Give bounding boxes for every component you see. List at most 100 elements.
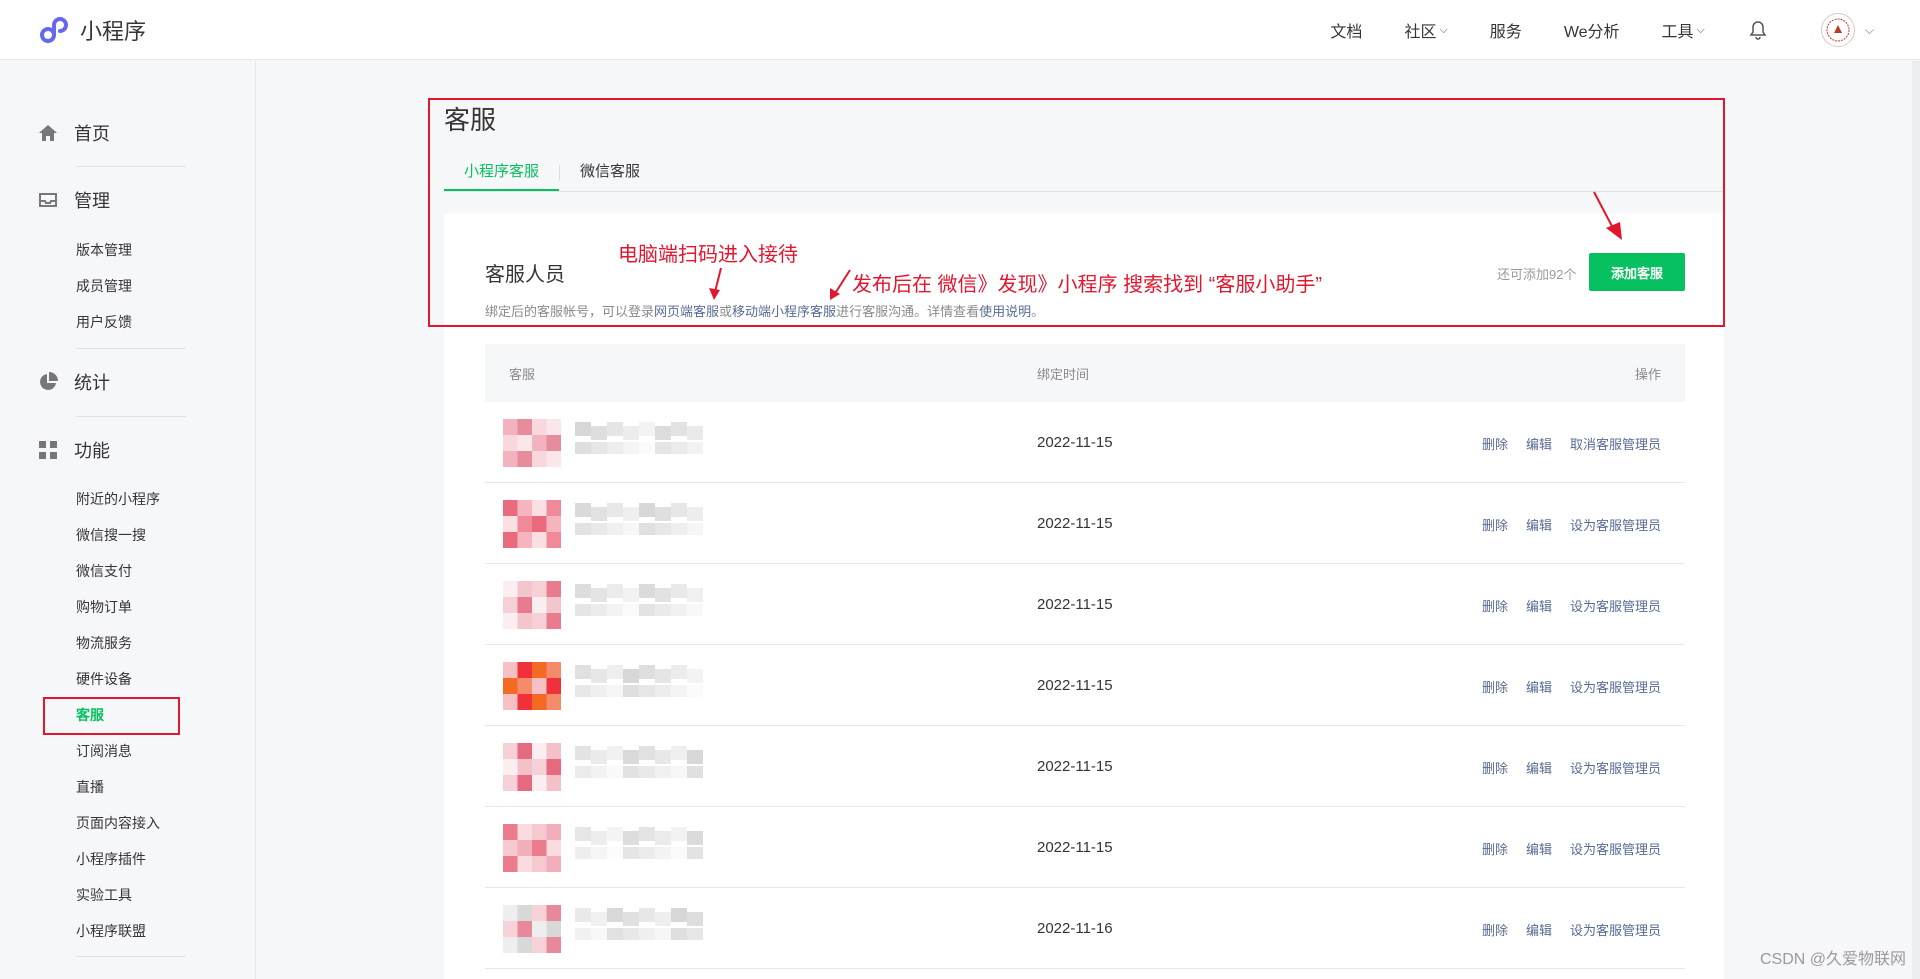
top-nav: 文档 社区 ⌵ 服务 We分析 工具 ⌵ ⌵ <box>1330 0 1920 60</box>
tab-mini-program-service[interactable]: 小程序客服 <box>444 157 560 191</box>
sidebar: 首页 管理 版本管理 成员管理 用户反馈 统计 功能 附近的小程序 微信搜一搜 … <box>0 61 256 979</box>
nav-service-label: 服务 <box>1489 24 1522 41</box>
admin-toggle-button[interactable]: 设为客服管理员 <box>1570 596 1661 615</box>
home-icon <box>39 125 57 141</box>
sidebar-item-orders[interactable]: 购物订单 <box>76 597 132 617</box>
sidebar-item-members[interactable]: 成员管理 <box>76 276 132 296</box>
arrow-icon <box>1593 191 1622 240</box>
scrollbar[interactable] <box>1912 61 1920 979</box>
brand[interactable]: 小程序 <box>38 14 146 46</box>
chevron-down-icon[interactable]: ⌵ <box>1865 23 1874 38</box>
sidebar-stats-label: 统计 <box>74 373 110 393</box>
usage-guide-link[interactable]: 使用说明 <box>979 304 1031 319</box>
table-row: 2022-11-15 删除 编辑 设为客服管理员 <box>485 807 1685 888</box>
edit-button[interactable]: 编辑 <box>1526 515 1552 534</box>
nav-community[interactable]: 社区 ⌵ <box>1404 18 1447 42</box>
nav-tools[interactable]: 工具 ⌵ <box>1662 18 1705 42</box>
admin-toggle-button[interactable]: 设为客服管理员 <box>1570 758 1661 777</box>
edit-button[interactable]: 编辑 <box>1526 596 1552 615</box>
avatar <box>503 500 561 548</box>
brand-name: 小程序 <box>80 19 147 44</box>
sidebar-item-union[interactable]: 小程序联盟 <box>76 921 146 941</box>
bind-date: 2022-11-16 <box>1037 920 1113 937</box>
bind-date: 2022-11-15 <box>1037 839 1113 856</box>
nav-docs-label: 文档 <box>1330 24 1363 41</box>
edit-button[interactable]: 编辑 <box>1526 434 1552 453</box>
nav-service[interactable]: 服务 <box>1490 18 1522 42</box>
sidebar-manage[interactable]: 管理 <box>38 180 186 220</box>
service-name <box>575 503 703 535</box>
sidebar-item-lab[interactable]: 实验工具 <box>76 885 132 905</box>
sidebar-item-hardware[interactable]: 硬件设备 <box>76 669 132 689</box>
divider <box>76 348 186 349</box>
service-name <box>575 908 703 940</box>
divider <box>76 166 186 167</box>
delete-button[interactable]: 删除 <box>1482 758 1508 777</box>
bell-icon[interactable] <box>1747 19 1769 41</box>
nav-analysis[interactable]: We分析 <box>1564 18 1620 42</box>
column-bind-time: 绑定时间 <box>1037 367 1090 382</box>
sidebar-item-page-content[interactable]: 页面内容接入 <box>76 813 160 833</box>
bind-date: 2022-11-15 <box>1037 677 1113 694</box>
nav-tools-label: 工具 <box>1661 24 1694 41</box>
desc-text: 进行客服沟通。详情查看 <box>836 304 980 319</box>
divider <box>76 416 186 417</box>
mini-program-logo-icon <box>40 17 68 43</box>
row-operations: 删除 编辑 设为客服管理员 <box>1464 839 1661 858</box>
inbox-icon <box>39 193 57 207</box>
delete-button[interactable]: 删除 <box>1482 434 1508 453</box>
sidebar-item-subscribe[interactable]: 订阅消息 <box>76 741 132 761</box>
chevron-down-icon: ⌵ <box>1696 23 1705 36</box>
admin-toggle-button[interactable]: 设为客服管理员 <box>1570 839 1661 858</box>
sidebar-home[interactable]: 首页 <box>38 113 186 153</box>
sidebar-item-plugins[interactable]: 小程序插件 <box>76 849 146 869</box>
sidebar-item-customer-service[interactable]: 客服 <box>76 705 104 725</box>
nav-docs[interactable]: 文档 <box>1330 18 1362 42</box>
sidebar-item-pay[interactable]: 微信支付 <box>76 561 132 581</box>
sidebar-item-version[interactable]: 版本管理 <box>76 240 132 260</box>
avatar <box>503 743 561 791</box>
tab-wechat-service[interactable]: 微信客服 <box>560 157 660 191</box>
sidebar-item-live[interactable]: 直播 <box>76 777 104 797</box>
admin-toggle-button[interactable]: 设为客服管理员 <box>1570 515 1661 534</box>
sidebar-manage-label: 管理 <box>74 191 110 211</box>
sidebar-item-nearby[interactable]: 附近的小程序 <box>76 489 160 509</box>
avatar <box>503 905 561 953</box>
admin-toggle-button[interactable]: 设为客服管理员 <box>1570 920 1661 939</box>
table-row: 2022-11-15 删除 编辑 设为客服管理员 <box>485 564 1685 645</box>
table-row: 2022-11-15 删除 编辑 取消客服管理员 <box>485 402 1685 483</box>
delete-button[interactable]: 删除 <box>1482 839 1508 858</box>
sidebar-features-label: 功能 <box>74 441 110 461</box>
avatar[interactable] <box>1820 13 1855 47</box>
sidebar-stats[interactable]: 统计 <box>38 362 186 402</box>
sidebar-item-logistics[interactable]: 物流服务 <box>76 633 132 653</box>
edit-button[interactable]: 编辑 <box>1526 677 1552 696</box>
pie-chart-icon <box>40 372 58 390</box>
sidebar-features[interactable]: 功能 <box>38 430 186 470</box>
admin-toggle-button[interactable]: 取消客服管理员 <box>1570 434 1661 453</box>
table-row: 2022-11-15 删除 编辑 设为客服管理员 <box>485 645 1685 726</box>
mobile-service-link[interactable]: 移动端小程序客服 <box>732 304 836 319</box>
grid-icon <box>39 441 57 459</box>
add-service-button[interactable]: 添加客服 <box>1589 253 1685 291</box>
sidebar-item-search[interactable]: 微信搜一搜 <box>76 525 146 545</box>
bind-date: 2022-11-15 <box>1037 515 1113 532</box>
annotation-text-2: 发布后在 微信》发现》小程序 搜索找到 “客服小助手” <box>852 274 1322 296</box>
table-row: 2022-11-15 删除 编辑 设为客服管理员 <box>485 726 1685 807</box>
service-name <box>575 827 703 859</box>
edit-button[interactable]: 编辑 <box>1526 920 1552 939</box>
column-service: 客服 <box>509 367 536 382</box>
admin-toggle-button[interactable]: 设为客服管理员 <box>1570 677 1661 696</box>
delete-button[interactable]: 删除 <box>1482 596 1508 615</box>
sidebar-item-feedback[interactable]: 用户反馈 <box>76 312 132 332</box>
edit-button[interactable]: 编辑 <box>1526 758 1552 777</box>
edit-button[interactable]: 编辑 <box>1526 839 1552 858</box>
web-service-link[interactable]: 网页端客服 <box>654 304 719 319</box>
desc-text: 绑定后的客服帐号，可以登录 <box>485 304 655 319</box>
annotation-text-1: 电脑端扫码进入接待 <box>618 244 798 266</box>
delete-button[interactable]: 删除 <box>1482 515 1508 534</box>
delete-button[interactable]: 删除 <box>1482 677 1508 696</box>
quota-text: 还可添加92个 <box>1497 267 1577 282</box>
table-row: 2022-11-16 删除 编辑 设为客服管理员 <box>485 888 1685 969</box>
delete-button[interactable]: 删除 <box>1482 920 1508 939</box>
